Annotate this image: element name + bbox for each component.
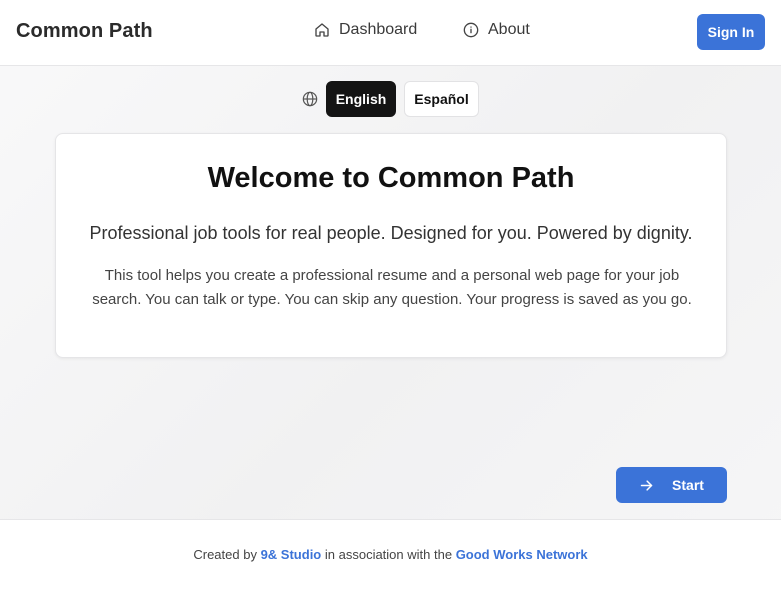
language-switcher: English Español [0,81,781,117]
globe-icon [302,91,318,107]
home-icon [315,23,329,37]
info-icon [463,22,479,38]
welcome-tagline: Professional job tools for real people. … [89,223,693,243]
nav-about-label: About [488,21,530,38]
welcome-title: Welcome to Common Path [207,162,575,194]
language-spanish-button[interactable]: Español [404,81,479,117]
footer-middle: in association with the [324,547,453,562]
footer-prefix: Created by [193,547,257,562]
nav-dashboard-link[interactable]: Dashboard [314,21,417,39]
top-header: Common Path Dashboard About Sign In [0,0,781,66]
welcome-description: This tool helps you create a professiona… [92,267,692,308]
nav-about-link[interactable]: About [463,21,530,39]
footer-credits: Created by 9& Studio in association with… [0,547,781,562]
welcome-card: Welcome to Common Path Professional job … [55,133,727,358]
sign-in-button[interactable]: Sign In [697,14,765,50]
good-works-network-link[interactable]: Good Works Network [456,547,588,562]
brand-title[interactable]: Common Path [16,20,153,43]
start-label: Start [672,477,704,493]
studio-link[interactable]: 9& Studio [261,547,322,562]
nav-dashboard-label: Dashboard [339,21,418,38]
page-footer: Created by 9& Studio in association with… [0,519,781,589]
language-english-button[interactable]: English [326,81,396,117]
arrow-right-icon [640,479,653,491]
start-button[interactable]: Start [616,467,727,503]
